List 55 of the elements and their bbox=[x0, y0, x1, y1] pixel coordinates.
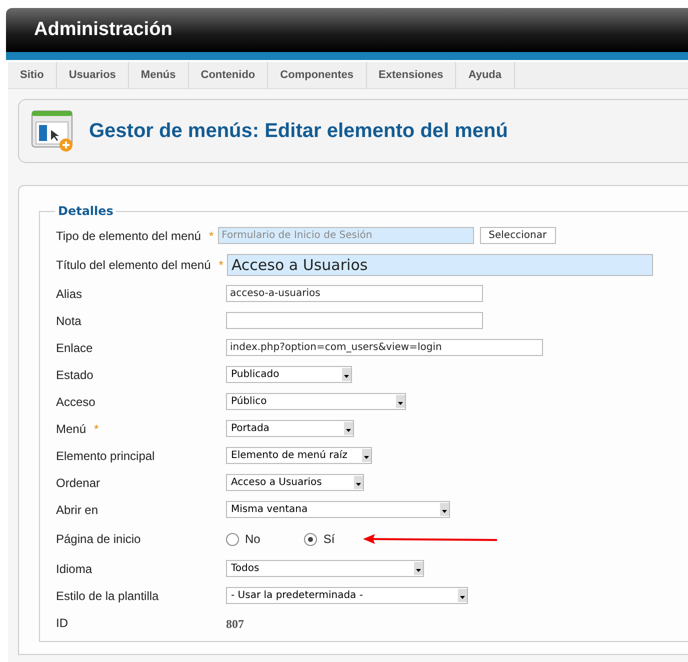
radio-option[interactable]: Sí bbox=[304, 532, 335, 546]
field-label: Estado bbox=[56, 368, 94, 382]
dropdown[interactable]: Portada bbox=[226, 420, 354, 437]
menu-item[interactable]: Usuarios bbox=[56, 62, 129, 88]
dropdown[interactable]: Misma ventana bbox=[226, 501, 450, 518]
field-label: Tipo de elemento del menú bbox=[56, 228, 201, 242]
field-label: Alias bbox=[56, 286, 82, 300]
dropdown-caret-icon bbox=[354, 476, 363, 489]
dropdown-caret-icon bbox=[458, 589, 467, 602]
field-label: Enlace bbox=[56, 340, 93, 354]
menu-item[interactable]: Sitio bbox=[8, 62, 57, 88]
text-field[interactable]: acceso-a-usuarios bbox=[226, 285, 483, 302]
field-label: Idioma bbox=[56, 562, 92, 576]
menu-item[interactable]: Componentes bbox=[268, 62, 366, 88]
dropdown[interactable]: Acceso a Usuarios bbox=[226, 474, 364, 491]
text-field[interactable]: index.php?option=com_users&view=login bbox=[226, 339, 543, 356]
radio-button[interactable] bbox=[304, 532, 318, 546]
dropdown[interactable]: Publicado bbox=[226, 366, 352, 383]
menu-manager-icon bbox=[31, 110, 75, 152]
menu-item[interactable]: Menús bbox=[128, 62, 189, 88]
field-label: Acceso bbox=[56, 394, 96, 408]
dropdown-caret-icon bbox=[414, 562, 423, 575]
field-label: ID bbox=[56, 616, 68, 630]
menu-item[interactable]: Contenido bbox=[188, 62, 268, 88]
dropdown[interactable]: - Usar la predeterminada - bbox=[226, 587, 468, 604]
fieldset-legend: Detalles bbox=[55, 204, 116, 218]
field-label: Abrir en bbox=[56, 502, 98, 516]
dropdown[interactable]: Público bbox=[226, 393, 406, 410]
menu-item[interactable]: Extensiones bbox=[366, 62, 456, 88]
select-button[interactable]: Seleccionar bbox=[480, 227, 556, 244]
field-label: Nota bbox=[56, 314, 82, 328]
field-label: Página de inicio bbox=[56, 532, 141, 546]
required-mark: * bbox=[218, 258, 224, 272]
field-label: Ordenar bbox=[56, 476, 100, 490]
dropdown[interactable]: Todos bbox=[226, 560, 424, 577]
required-mark: * bbox=[208, 228, 214, 242]
menu-item[interactable]: Ayuda bbox=[456, 62, 515, 88]
dropdown-caret-icon bbox=[362, 449, 371, 462]
required-mark: * bbox=[94, 422, 99, 436]
radio-option[interactable]: No bbox=[226, 532, 260, 546]
radio-button[interactable] bbox=[226, 532, 239, 546]
id-value: 807 bbox=[226, 617, 244, 631]
field-label: Estilo de la plantilla bbox=[56, 588, 159, 602]
dropdown-caret-icon bbox=[342, 368, 351, 381]
field-label: Menú bbox=[56, 422, 86, 436]
field-label: Título del elemento del menú bbox=[56, 258, 211, 272]
dropdown-caret-icon bbox=[396, 395, 405, 408]
field-label: Elemento principal bbox=[56, 448, 155, 462]
admin-title: Administración bbox=[34, 19, 172, 41]
dropdown-caret-icon bbox=[440, 503, 449, 516]
title-field[interactable]: Acceso a Usuarios bbox=[227, 254, 654, 276]
dropdown[interactable]: Elemento de menú raíz bbox=[226, 447, 372, 464]
page-title: Gestor de menús: Editar elemento del menú bbox=[89, 120, 508, 142]
text-field[interactable] bbox=[226, 312, 483, 329]
dropdown-caret-icon bbox=[344, 422, 353, 435]
